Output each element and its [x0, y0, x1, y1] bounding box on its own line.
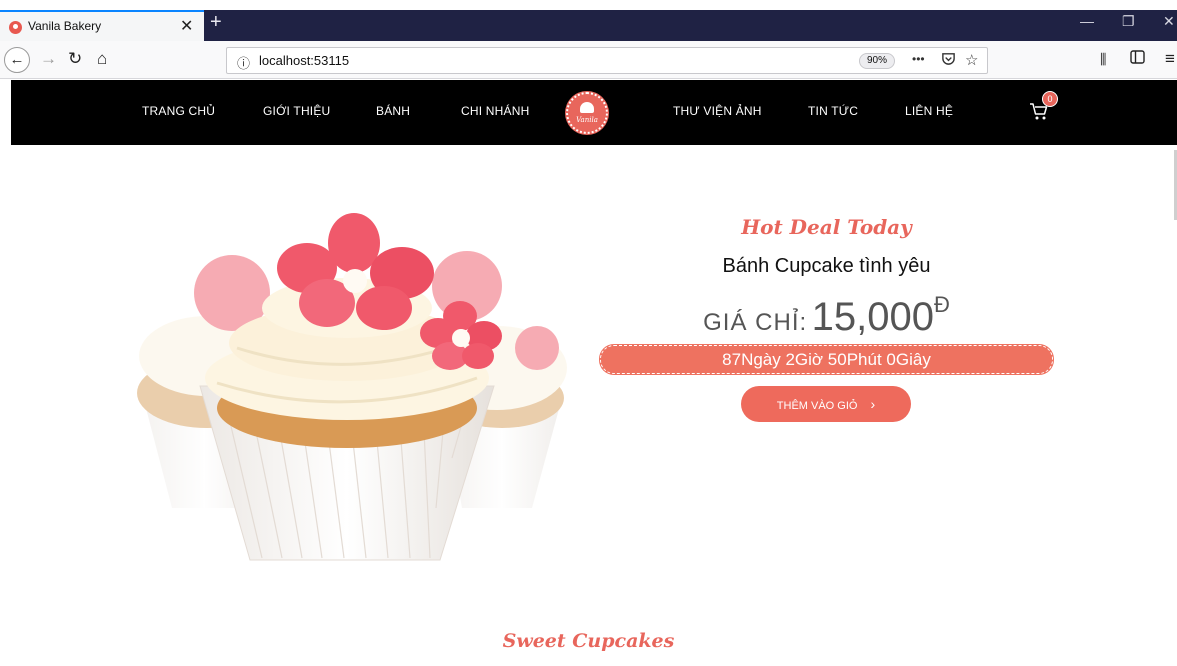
chevron-right-icon: ›	[870, 396, 876, 412]
cart-count-badge: 0	[1042, 91, 1058, 107]
bookmark-star-icon[interactable]: ☆	[965, 51, 978, 69]
nav-cakes[interactable]: BÁNH	[376, 104, 410, 118]
nav-contact[interactable]: LIÊN HỆ	[905, 104, 953, 118]
nav-news[interactable]: TIN TỨC	[808, 104, 858, 118]
hot-deal-tagline: Hot Deal Today	[741, 215, 912, 239]
nav-gallery[interactable]: THƯ VIỆN ẢNH	[673, 104, 762, 118]
price-value: 15,000	[811, 295, 934, 339]
price-prefix: GIÁ CHỈ:	[703, 309, 808, 336]
sidebar-svg	[1130, 50, 1145, 64]
menu-icon[interactable]: ≡	[1165, 49, 1175, 69]
site-header: TRANG CHỦ GIỚI THIỆU BÁNH CHI NHÁNH Vani…	[11, 80, 1177, 145]
add-to-cart-label: THÊM VÀO GIỎ	[776, 400, 858, 412]
restore-icon[interactable]: ❐	[1122, 13, 1135, 30]
window-close-icon[interactable]: ✕	[1163, 13, 1175, 30]
nav-home[interactable]: TRANG CHỦ	[142, 104, 215, 118]
reload-icon[interactable]: ↻	[68, 49, 82, 69]
section-title: Sweet Cupcakes	[502, 630, 675, 652]
forward-arrow-icon[interactable]: →	[40, 49, 57, 69]
new-tab-icon[interactable]: +	[210, 11, 222, 34]
minimize-icon[interactable]: —	[1080, 13, 1094, 29]
price-currency: Đ	[933, 292, 950, 317]
browser-toolbar: ← → ↻ ⌂ ⓘ localhost:53115 90% ••• ☆ ⫼ ≡	[0, 41, 1177, 79]
nav-branches[interactable]: CHI NHÁNH	[461, 104, 529, 118]
add-to-cart-button[interactable]: THÊM VÀO GIỎ ›	[741, 386, 911, 422]
url-text[interactable]: localhost:53115	[259, 53, 349, 68]
pocket-svg	[942, 53, 955, 65]
cupcake-logo-icon	[580, 102, 594, 113]
pocket-icon[interactable]	[941, 51, 956, 70]
favicon-icon	[9, 21, 22, 34]
nav-about[interactable]: GIỚI THIỆU	[263, 104, 330, 118]
countdown-timer: 87Ngày 2Giờ 50Phút 0Giây	[600, 345, 1053, 374]
price-line: GIÁ CHỈ: 15,000Đ	[600, 292, 1053, 340]
tab-title: Vanila Bakery	[28, 19, 102, 33]
cupcake-illustration	[137, 213, 567, 561]
back-arrow-icon[interactable]: ←	[4, 47, 30, 73]
browser-tab[interactable]: Vanila Bakery ✕	[0, 10, 204, 41]
close-tab-icon[interactable]: ✕	[180, 16, 193, 36]
logo-text: Vanila	[576, 116, 598, 124]
url-bar[interactable]: ⓘ localhost:53115 90% ••• ☆	[226, 47, 988, 74]
sidebar-icon[interactable]	[1130, 49, 1145, 69]
zoom-level[interactable]: 90%	[859, 53, 895, 69]
browser-window: Vanila Bakery ✕ + — ❐ ✕ ← → ↻ ⌂ ⓘ localh…	[0, 0, 1177, 666]
library-icon[interactable]: ⫼	[1100, 51, 1106, 68]
site-logo[interactable]: Vanila	[566, 92, 608, 134]
tab-strip: Vanila Bakery ✕ + — ❐ ✕	[0, 10, 1177, 41]
info-icon[interactable]: ⓘ	[237, 53, 250, 72]
home-icon[interactable]: ⌂	[97, 49, 107, 69]
page-actions-icon[interactable]: •••	[912, 52, 925, 66]
product-name: Bánh Cupcake tình yêu	[722, 255, 931, 277]
cupcake-image	[122, 208, 577, 568]
